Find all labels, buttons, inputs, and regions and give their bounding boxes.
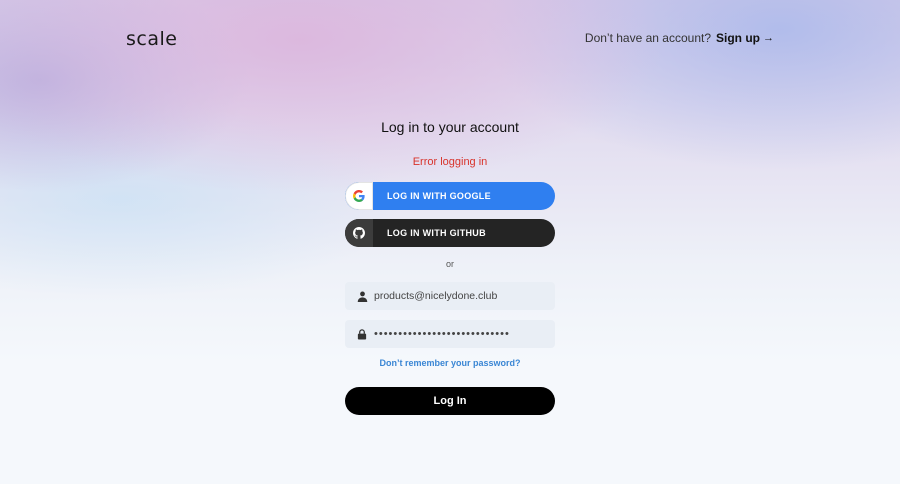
- or-divider: or: [445, 259, 454, 269]
- password-field[interactable]: [345, 320, 555, 348]
- github-login-label: LOG IN WITH GITHUB: [387, 228, 486, 238]
- arrow-right-icon: →: [763, 32, 774, 44]
- github-login-button[interactable]: LOG IN WITH GITHUB: [345, 219, 555, 247]
- github-icon: [345, 219, 373, 247]
- forgot-password-link[interactable]: Don’t remember your password?: [0, 358, 900, 368]
- error-message: Error logging in: [412, 156, 488, 168]
- logo[interactable]: scale: [126, 28, 177, 50]
- email-input[interactable]: [374, 290, 554, 302]
- signup-prompt: Don’t have an account?: [584, 31, 711, 45]
- user-icon: [356, 290, 368, 302]
- signup-link[interactable]: Sign up →: [716, 31, 774, 45]
- page-title: Log in to your account: [381, 119, 519, 135]
- password-input[interactable]: [374, 328, 554, 340]
- signup-label: Sign up: [716, 31, 760, 45]
- lock-icon: [356, 328, 368, 340]
- google-login-label: LOG IN WITH GOOGLE: [387, 191, 491, 201]
- google-icon: [345, 182, 373, 210]
- signup-area: Don’t have an account? Sign up →: [585, 31, 774, 45]
- google-login-button[interactable]: LOG IN WITH GOOGLE: [345, 182, 555, 210]
- login-button[interactable]: Log In: [345, 387, 555, 415]
- email-field[interactable]: [345, 282, 555, 310]
